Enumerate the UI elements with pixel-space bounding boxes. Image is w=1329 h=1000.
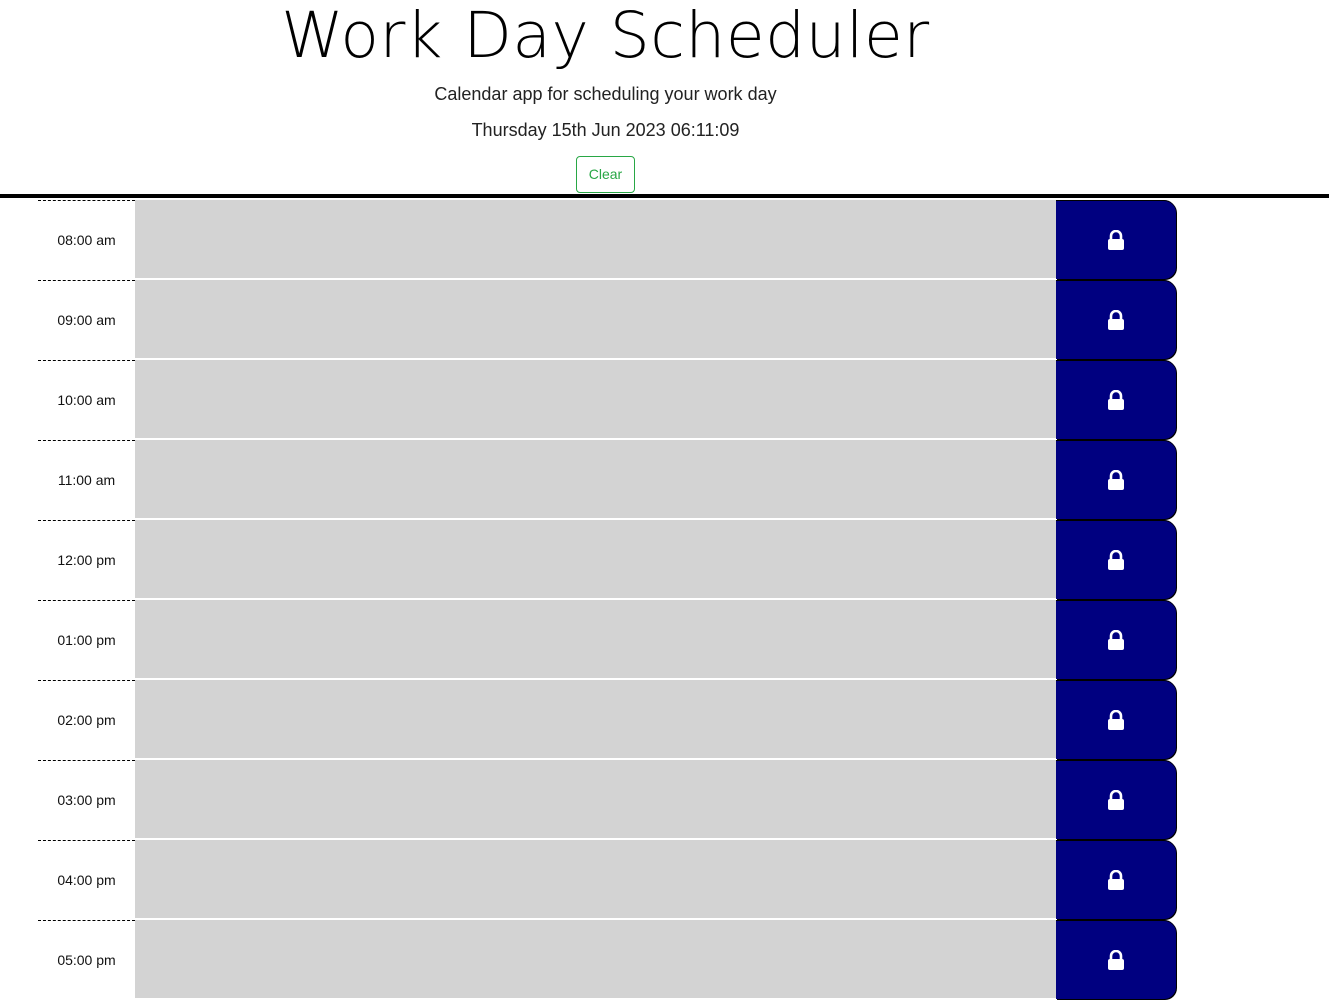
time-block-list: 08:00 am 09:00 am 10:00 am 11:00 am 12:0…: [38, 200, 1176, 1000]
time-block: 11:00 am: [38, 440, 1176, 520]
time-block: 05:00 pm: [38, 920, 1176, 1000]
event-description-input[interactable]: [135, 520, 1056, 599]
event-description-input[interactable]: [135, 360, 1056, 439]
lock-icon: [1108, 789, 1124, 810]
lock-icon: [1108, 309, 1124, 330]
current-datetime: Thursday 15th Jun 2023 06:11:09: [471, 120, 740, 140]
lock-icon: [1108, 389, 1124, 410]
hour-label: 12:00 pm: [38, 520, 135, 599]
save-button[interactable]: [1056, 360, 1176, 439]
event-description-input[interactable]: [135, 920, 1056, 999]
event-description-input[interactable]: [135, 440, 1056, 519]
lock-icon: [1108, 549, 1124, 570]
page-subtitle: Calendar app for scheduling your work da…: [434, 84, 777, 104]
time-block: 10:00 am: [38, 360, 1176, 440]
save-button[interactable]: [1056, 680, 1176, 759]
event-description-input[interactable]: [135, 600, 1056, 679]
save-button[interactable]: [1056, 840, 1176, 919]
hour-label: 01:00 pm: [38, 600, 135, 679]
save-button[interactable]: [1056, 600, 1176, 679]
save-button[interactable]: [1056, 920, 1176, 999]
event-description-input[interactable]: [135, 760, 1056, 839]
lock-icon: [1108, 949, 1124, 970]
lock-icon: [1108, 229, 1124, 250]
page-header: Work Day Scheduler Calendar app for sche…: [0, 0, 1211, 194]
save-button[interactable]: [1056, 520, 1176, 599]
header-divider: [0, 194, 1329, 198]
hour-label: 02:00 pm: [38, 680, 135, 759]
time-block: 08:00 am: [38, 200, 1176, 280]
hour-label: 04:00 pm: [38, 840, 135, 919]
lock-icon: [1108, 629, 1124, 650]
time-block: 03:00 pm: [38, 760, 1176, 840]
hour-label: 03:00 pm: [38, 760, 135, 839]
time-block: 01:00 pm: [38, 600, 1176, 680]
save-button[interactable]: [1056, 280, 1176, 359]
event-description-input[interactable]: [135, 840, 1056, 919]
hour-label: 10:00 am: [38, 360, 135, 439]
event-description-input[interactable]: [135, 200, 1056, 279]
hour-label: 11:00 am: [38, 440, 135, 519]
event-description-input[interactable]: [135, 280, 1056, 359]
time-block: 12:00 pm: [38, 520, 1176, 600]
event-description-input[interactable]: [135, 680, 1056, 759]
lock-icon: [1108, 469, 1124, 490]
save-button[interactable]: [1056, 200, 1176, 279]
save-button[interactable]: [1056, 760, 1176, 839]
time-block: 04:00 pm: [38, 840, 1176, 920]
page-title: Work Day Scheduler: [281, 0, 930, 72]
clear-button[interactable]: Clear: [576, 156, 635, 193]
time-block: 09:00 am: [38, 280, 1176, 360]
lock-icon: [1108, 869, 1124, 890]
hour-label: 08:00 am: [38, 200, 135, 279]
time-block: 02:00 pm: [38, 680, 1176, 760]
hour-label: 09:00 am: [38, 280, 135, 359]
hour-label: 05:00 pm: [38, 920, 135, 999]
lock-icon: [1108, 709, 1124, 730]
save-button[interactable]: [1056, 440, 1176, 519]
